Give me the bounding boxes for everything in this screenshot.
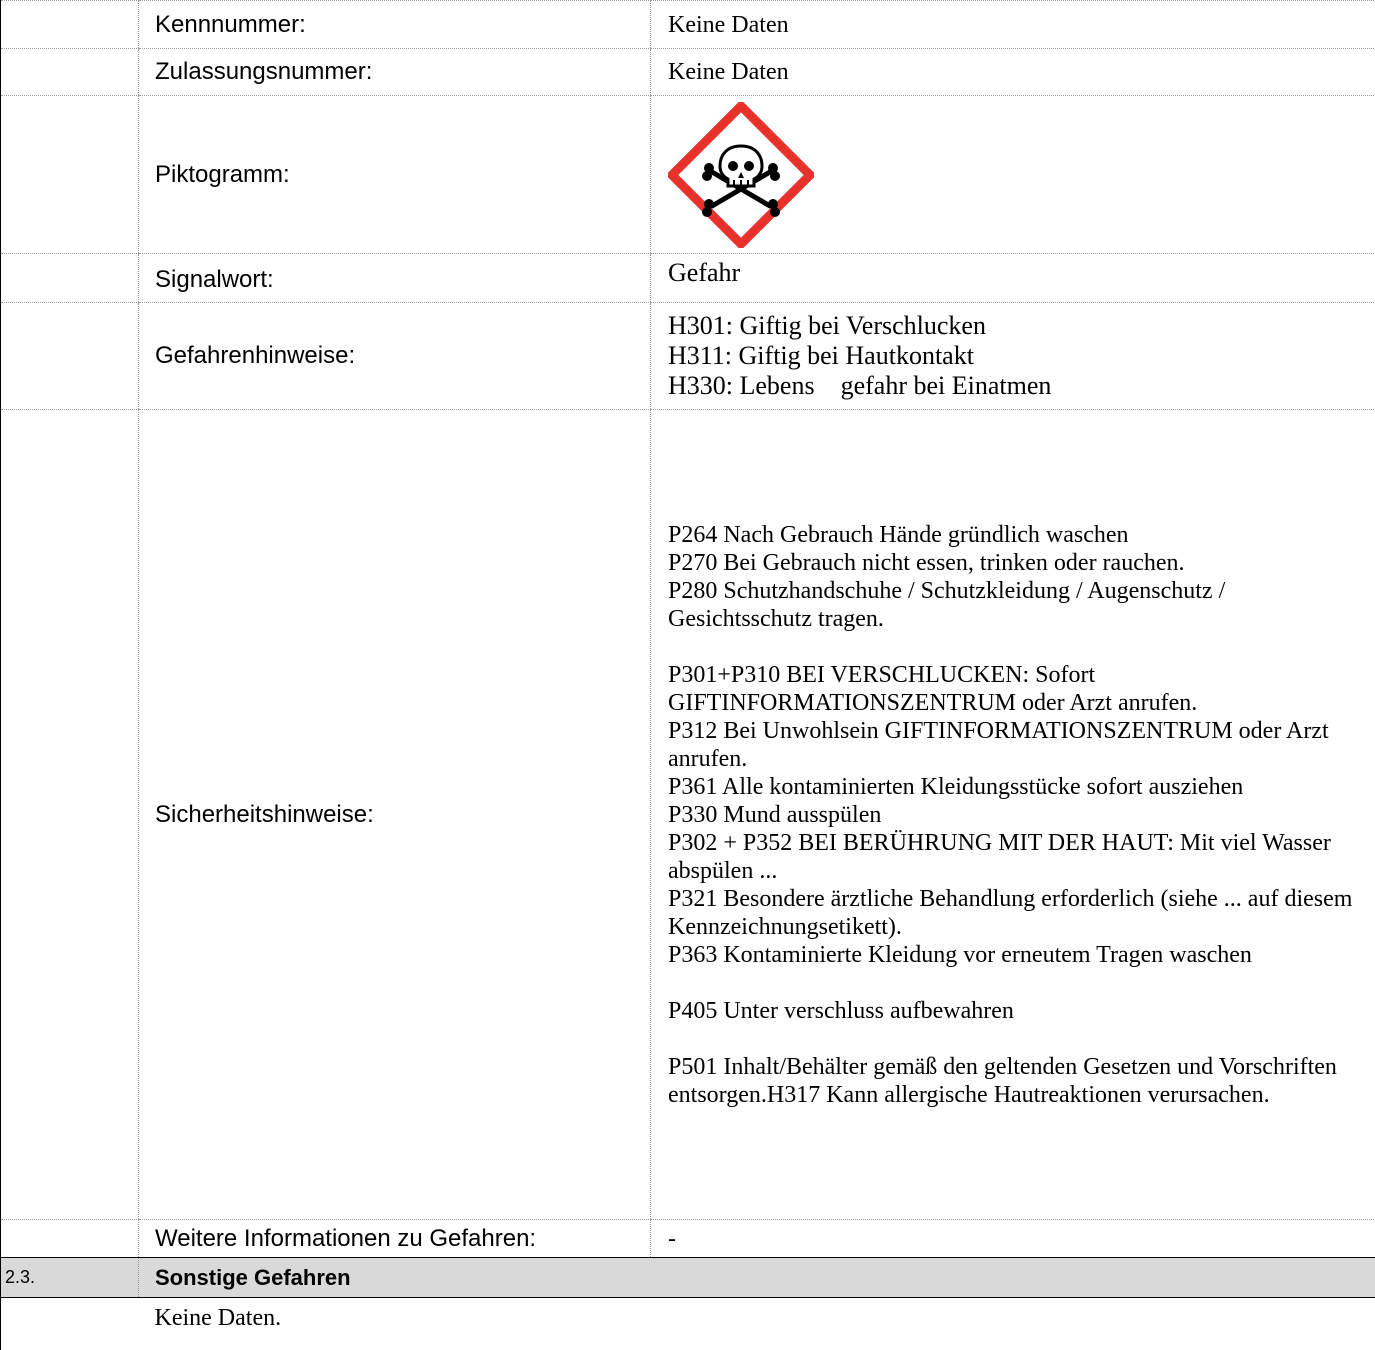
precaution-statement: P302 + P352 BEI BERÜHRUNG MIT DER HAUT: … [668,829,1367,885]
gefahrenhinweise-list: H301: Giftig bei Verschlucken H311: Gift… [651,303,1375,410]
hazard-table: Kennnummer: Keine Daten Zulassungsnummer… [0,0,1375,1350]
sicherheitshinweise-label: Sicherheitshinweise: [139,410,651,1220]
spacer [668,969,1367,997]
precaution-statement: P363 Kontaminierte Kleidung vor erneutem… [668,941,1367,969]
precaution-statement: P301+P310 BEI VERSCHLUCKEN: Sofort GIFTI… [668,661,1367,717]
piktogramm-label: Piktogramm: [139,96,651,254]
precaution-statement: P312 Bei Unwohlsein GIFTINFORMATIONSZENT… [668,717,1367,773]
signalwort-value: Gefahr [651,254,1375,303]
precaution-statement: P501 Inhalt/Behälter gemäß den geltenden… [668,1053,1367,1109]
signalwort-label: Signalwort: [139,254,651,303]
hazard-statement: H301: Giftig bei Verschlucken [668,311,1375,341]
section-header: 2.3. Sonstige Gefahren [1,1258,1375,1298]
row-zulassungsnummer: Zulassungsnummer: Keine Daten [1,49,1375,96]
weitere-label: Weitere Informationen zu Gefahren: [139,1220,651,1258]
spacer [668,1025,1367,1053]
row-piktogramm: Piktogramm: [1,96,1375,254]
precaution-statement: P264 Nach Gebrauch Hände gründlich wasch… [668,521,1367,549]
precaution-statement: P280 Schutzhandschuhe / Schutzkleidung /… [668,577,1367,633]
precaution-statement: P330 Mund ausspülen [668,801,1367,829]
row-kennnummer: Kennnummer: Keine Daten [1,1,1375,49]
sicherheitshinweise-list: P264 Nach Gebrauch Hände gründlich wasch… [651,410,1375,1220]
precaution-statement: P321 Besondere ärztliche Behandlung erfo… [668,885,1367,941]
row-signalwort: Signalwort: Gefahr [1,254,1375,303]
zulassungsnummer-value: Keine Daten [651,49,1375,96]
spacer [668,633,1367,661]
row-sonstige: Keine Daten. [1,1298,1375,1350]
section-title: Sonstige Gefahren [139,1258,1375,1298]
sds-page: Kennnummer: Keine Daten Zulassungsnummer… [0,0,1375,1349]
section-number: 2.3. [1,1258,139,1298]
precaution-statement: P361 Alle kontaminierten Kleidungsstücke… [668,773,1367,801]
kennnummer-label: Kennnummer: [139,1,651,49]
hazard-statement: H311: Giftig bei Hautkontakt [668,341,1375,371]
row-sicherheitshinweise: Sicherheitshinweise: P264 Nach Gebrauch … [1,410,1375,1220]
kennnummer-value: Keine Daten [651,1,1375,49]
hazard-statement: H330: Lebens gefahr bei Einatmen [668,371,1375,401]
row-weitere: Weitere Informationen zu Gefahren: - [1,1220,1375,1258]
weitere-value: - [651,1220,1375,1258]
gefahrenhinweise-label: Gefahrenhinweise: [139,303,651,410]
precaution-statement: P405 Unter verschluss aufbewahren [668,997,1367,1025]
precaution-statement: P270 Bei Gebrauch nicht essen, trinken o… [668,549,1367,577]
zulassungsnummer-label: Zulassungsnummer: [139,49,651,96]
skull-crossbones-icon [668,102,814,248]
row-gefahrenhinweise: Gefahrenhinweise: H301: Giftig bei Versc… [1,303,1375,410]
sonstige-body: Keine Daten. [139,1298,1375,1350]
